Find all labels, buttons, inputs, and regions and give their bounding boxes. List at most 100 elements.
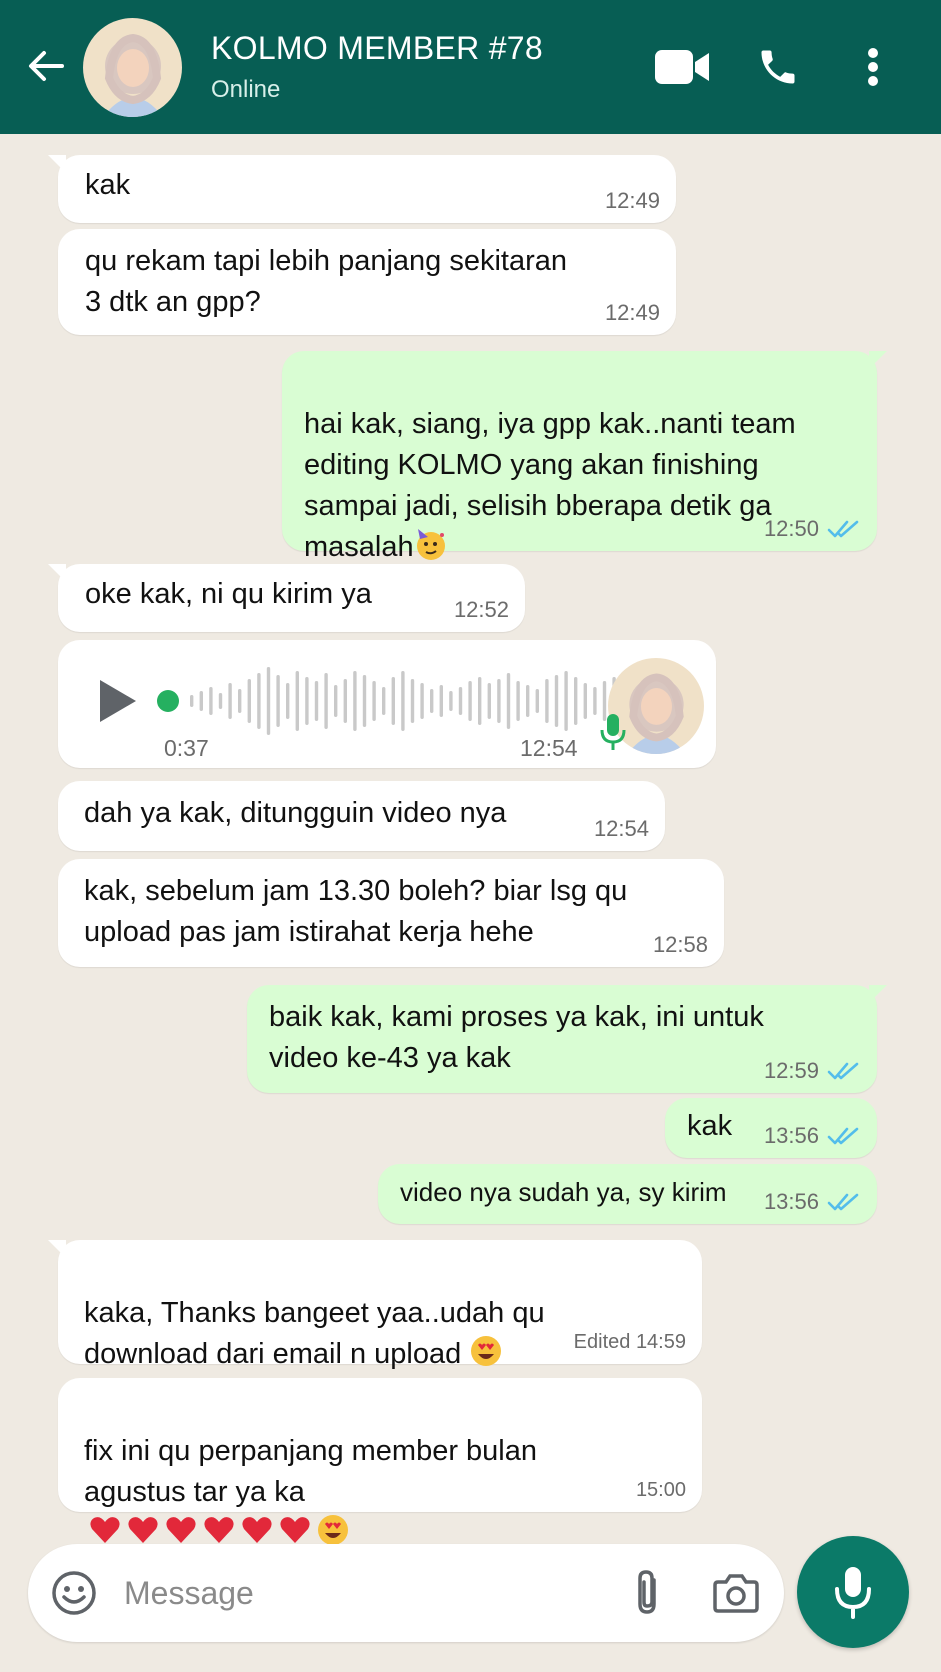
voice-message[interactable]: 0:37 12:54 [58,640,716,768]
voice-duration: 0:37 [164,735,209,761]
message-outgoing[interactable]: baik kak, kami proses ya kak, ini untuk … [247,985,887,1093]
message-input[interactable] [124,1566,544,1620]
message-outgoing[interactable]: hai kak, siang, iya gpp kak..nanti team … [282,351,887,563]
message-incoming[interactable]: oke kak, ni qu kirim ya 12:52 [48,564,525,632]
chat-header: KOLMO MEMBER #78 Online [0,0,941,134]
waveform-bar [506,673,511,729]
message-incoming[interactable]: kak 12:49 [48,155,676,223]
message-text: kak, sebelum jam 13.30 boleh? biar lsg q… [84,875,628,948]
waveform-bar [449,691,453,711]
waveform-bar [228,683,232,719]
read-receipt-icon [827,1193,859,1211]
waveform-bar [218,693,223,709]
message-time: 15:00 [635,1479,686,1501]
message-composer [28,1544,784,1642]
message-incoming[interactable]: fix ini qu perpanjang member bulan agust… [58,1378,702,1545]
contact-avatar[interactable] [83,18,182,117]
heart-eyes-emoji [471,1336,502,1366]
message-incoming[interactable]: kaka, Thanks bangeet yaa..udah qu downlo… [48,1240,702,1370]
waveform-bar [353,671,357,731]
attach-button[interactable] [626,1568,670,1618]
message-incoming[interactable]: kak, sebelum jam 13.30 boleh? biar lsg q… [58,859,724,967]
message-time: 12:49 [604,300,660,325]
message-incoming[interactable]: dah ya kak, ditungguin video nya 12:54 [58,781,665,851]
waveform-bar [372,681,376,721]
voice-call-button[interactable] [753,42,803,92]
waveform-bar [266,667,271,735]
waveform-bar [286,683,290,719]
read-receipt-icon [827,1127,859,1145]
waveform-bar [458,687,463,715]
waveform-bar [401,671,405,731]
message-outgoing[interactable]: kak 13:56 [665,1098,877,1158]
message-time: 12:49 [604,188,660,213]
waveform-bar [305,677,309,725]
contact-name[interactable]: KOLMO MEMBER #78 [211,30,543,67]
waveform-bar [190,695,194,707]
waveform-bar [276,675,280,727]
message-text: hai kak, siang, iya gpp kak..nanti team … [304,408,796,563]
mic-icon [600,714,626,750]
message-time: 12:54 [593,816,649,841]
video-call-button[interactable] [652,42,712,92]
emoji-icon [52,1571,96,1615]
waveform-bar [478,677,482,725]
more-options-button[interactable] [858,42,888,92]
more-vert-icon [868,48,878,86]
camera-button[interactable] [712,1570,760,1616]
back-arrow-icon [29,51,64,81]
read-receipt-icon [827,520,859,538]
waveform-bar [564,671,568,731]
waveform-bar [199,691,203,711]
waveform-bar [545,679,549,723]
waveform-bar [391,677,395,725]
waveform-bar [439,685,443,717]
waveform-bar [526,685,530,717]
mic-icon [835,1567,871,1619]
message-text: baik kak, kami proses ya kak, ini untuk … [269,1001,764,1074]
message-text: qu rekam tapi lebih panjang sekitaran 3 … [85,245,568,318]
message-text: fix ini qu perpanjang member bulan agust… [84,1435,537,1508]
waveform-bar [334,685,338,717]
message-time: 12:58 [652,932,708,957]
waveform-bar [295,671,299,731]
message-time: 13:56 [763,1189,819,1214]
waveform-bar [324,673,328,729]
play-icon[interactable] [92,676,142,726]
message-incoming[interactable]: qu rekam tapi lebih panjang sekitaran 3 … [58,229,676,335]
waveform-bar [593,687,597,715]
waveform-bar [516,681,520,721]
message-text: kak [85,169,131,201]
waveform-bar [420,683,424,719]
playback-position-dot[interactable] [157,690,179,712]
message-time: 12:50 [763,516,819,541]
waveform-bar [430,689,434,713]
read-receipt-icon [827,1062,859,1080]
voice-record-button[interactable] [797,1536,909,1648]
waveform-bar [257,673,261,729]
camera-icon [713,1574,759,1613]
waveform-bar [238,689,242,713]
waveform[interactable] [184,666,638,736]
message-time: Edited 14:59 [573,1331,686,1353]
emoji-button[interactable] [50,1569,98,1617]
partying-face-emoji [416,529,445,560]
message-list[interactable]: kak 12:49 qu rekam tapi lebih panjang se… [0,134,941,1545]
message-outgoing[interactable]: video nya sudah ya, sy kirim 13:56 [378,1164,877,1224]
message-text: video nya sudah ya, sy kirim [400,1177,727,1207]
phone-icon [761,50,795,84]
waveform-bar [247,679,251,723]
message-time: 12:59 [763,1058,819,1083]
waveform-bar [362,675,367,727]
waveform-bar [487,683,491,719]
contact-status: Online [211,76,281,103]
attach-icon [638,1570,656,1614]
waveform-bar [382,687,386,715]
video-call-icon [655,50,709,84]
back-button[interactable] [24,44,68,88]
message-text: kak [687,1110,733,1142]
message-time: 13:56 [763,1123,819,1148]
message-time: 12:54 [520,735,578,761]
message-time: 12:52 [453,597,509,622]
waveform-bar [209,687,213,715]
